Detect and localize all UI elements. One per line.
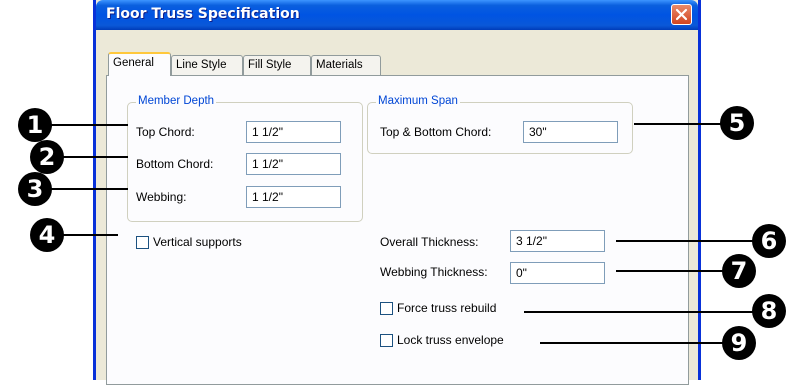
callout-5: 5: [720, 106, 754, 140]
tab-line-style[interactable]: Line Style: [171, 55, 243, 75]
callout-line-1: [50, 124, 128, 126]
member-depth-group: Member Depth Top Chord: 1 1/2" Bottom Ch…: [127, 95, 363, 222]
callout-line-3: [50, 188, 128, 190]
tab-fill-style[interactable]: Fill Style: [243, 55, 311, 75]
top-chord-label: Top Chord:: [136, 125, 195, 139]
vertical-supports-checkbox[interactable]: [136, 236, 149, 249]
title-bar[interactable]: Floor Truss Specification: [96, 0, 698, 30]
callout-8: 8: [752, 294, 786, 328]
top-bottom-chord-field[interactable]: 30": [523, 121, 618, 143]
top-chord-field[interactable]: 1 1/2": [246, 121, 341, 143]
callout-3: 3: [18, 172, 52, 206]
webbing-thickness-label: Webbing Thickness:: [380, 265, 488, 279]
callout-4: 4: [30, 218, 64, 252]
close-icon: [675, 8, 688, 21]
callout-line-8: [524, 311, 756, 313]
floor-truss-dialog: Floor Truss Specification General Line S…: [93, 0, 701, 385]
lock-truss-envelope-label: Lock truss envelope: [397, 333, 504, 347]
maximum-span-title: Maximum Span: [376, 95, 460, 107]
callout-6: 6: [752, 224, 786, 258]
callout-1: 1: [18, 108, 52, 142]
tab-materials[interactable]: Materials: [311, 55, 381, 75]
dialog-title: Floor Truss Specification: [106, 6, 300, 22]
callout-7: 7: [722, 254, 756, 288]
overall-thickness-label: Overall Thickness:: [380, 235, 479, 249]
top-bottom-chord-label: Top & Bottom Chord:: [380, 125, 492, 139]
callout-line-9: [540, 342, 738, 344]
tab-general[interactable]: General: [108, 52, 171, 76]
bottom-chord-label: Bottom Chord:: [136, 157, 214, 171]
bottom-chord-field[interactable]: 1 1/2": [246, 153, 341, 175]
callout-9: 9: [722, 326, 756, 360]
callout-2: 2: [30, 140, 64, 174]
callout-line-6: [616, 240, 756, 242]
overall-thickness-field[interactable]: 3 1/2": [510, 230, 605, 252]
webbing-thickness-field[interactable]: 0": [510, 262, 605, 284]
close-button[interactable]: [671, 4, 692, 25]
force-truss-rebuild-checkbox[interactable]: [380, 302, 393, 315]
general-panel: Member Depth Top Chord: 1 1/2" Bottom Ch…: [106, 75, 689, 385]
webbing-label: Webbing:: [136, 190, 187, 204]
webbing-field[interactable]: 1 1/2": [246, 186, 341, 208]
force-truss-rebuild-label: Force truss rebuild: [397, 301, 497, 315]
maximum-span-group: Maximum Span Top & Bottom Chord: 30": [367, 95, 633, 154]
lock-truss-envelope-checkbox[interactable]: [380, 334, 393, 347]
vertical-supports-label: Vertical supports: [153, 235, 242, 249]
member-depth-title: Member Depth: [136, 95, 217, 107]
